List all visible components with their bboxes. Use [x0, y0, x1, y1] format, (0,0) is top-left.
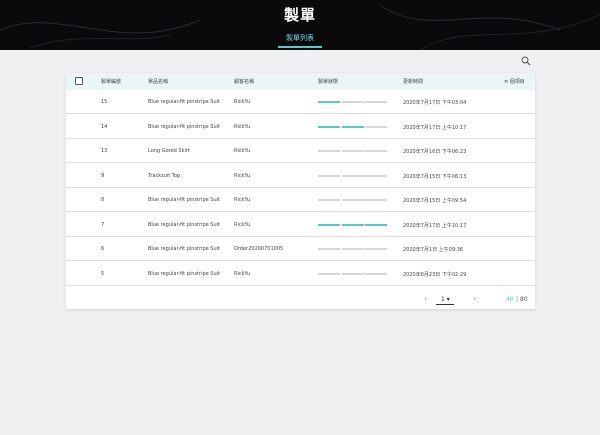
search-icon[interactable]: [521, 56, 531, 66]
table-row[interactable]: 9 Tracksuit Top RickYu 2020年7月15日 下午06:13: [66, 164, 535, 188]
progress-segment: [341, 223, 364, 226]
status-progress: [318, 199, 388, 201]
page-select-underline: [436, 304, 454, 305]
column-header-customer[interactable]: 顧客名稱: [234, 78, 254, 85]
table-row[interactable]: 14 Blue regular-fit pinstripe Suit RickYu 2…: [66, 115, 535, 139]
cell-updated-time: 2020年7月15日 上午09:54: [403, 198, 467, 204]
column-settings[interactable]: ≡ 個項目: [504, 78, 525, 85]
cell-product-name: Blue regular-fit pinstripe Suit: [148, 221, 220, 228]
progress-segment: [341, 174, 364, 177]
progress-segment: [341, 248, 364, 250]
cell-order-id: 13: [101, 148, 108, 154]
progress-segment: [318, 272, 340, 275]
progress-segment: [341, 150, 364, 152]
order-table-card: 製單編號 單品名稱 顧客名稱 製單狀態 更新時間 ≡ 個項目 15 Blue re…: [66, 73, 535, 309]
progress-segment: [365, 174, 387, 177]
cell-product-name: Tracksuit Top: [148, 172, 181, 179]
status-progress: [318, 101, 388, 103]
chevron-left-icon[interactable]: ‹: [424, 294, 427, 303]
cell-customer-name: Order20200701005: [234, 246, 284, 252]
status-progress: [318, 248, 388, 250]
cell-updated-time: 2020年7月1日 上午09:36: [403, 247, 464, 253]
cell-order-id: 15: [101, 99, 108, 105]
table-row[interactable]: 8 Blue regular-fit pinstripe Suit RickYu 20…: [66, 188, 535, 212]
cell-updated-time: 2020年6月23日 下午02:29: [403, 271, 467, 278]
app-header: 製單 製單列表: [0, 0, 600, 50]
progress-segment: [365, 272, 387, 275]
progress-segment: [318, 125, 340, 128]
progress-segment: [365, 248, 387, 250]
cell-product-name: Blue regular-fit pinstripe Suit: [148, 270, 220, 277]
status-progress: [318, 125, 388, 128]
cell-product-name: Blue regular-fit pinstripe Suit: [148, 246, 220, 252]
cell-product-name: Blue regular-fit pinstripe Suit: [148, 99, 220, 105]
cell-order-id: 7: [101, 221, 105, 228]
cell-updated-time: 2020年7月17日 下午03:04: [403, 100, 467, 106]
progress-segment: [341, 125, 364, 128]
status-progress: [318, 272, 388, 275]
progress-segment: [318, 174, 340, 177]
cell-customer-name: RickYu: [234, 197, 251, 203]
progress-segment: [318, 248, 340, 250]
cell-order-id: 8: [101, 197, 105, 203]
cell-order-id: 9: [101, 172, 105, 179]
cell-customer-name: RickYu: [234, 172, 251, 179]
progress-segment: [365, 199, 387, 201]
cell-customer-name: RickYu: [234, 221, 251, 228]
cell-customer-name: RickYu: [234, 123, 251, 130]
progress-segment: [365, 223, 387, 226]
cell-customer-name: RickYu: [234, 99, 251, 105]
progress-segment: [341, 272, 364, 275]
column-header-product[interactable]: 單品名稱: [148, 78, 168, 85]
table-row[interactable]: 7 Blue regular-fit pinstripe Suit RickYu 20…: [66, 213, 535, 237]
status-progress: [318, 174, 388, 177]
progress-segment: [318, 199, 340, 201]
status-progress: [318, 150, 388, 152]
cell-product-name: Long Gored Skirt: [148, 148, 190, 154]
progress-segment: [365, 101, 387, 103]
cell-product-name: Blue regular-fit pinstripe Suit: [148, 197, 220, 203]
cell-updated-time: 2020年7月17日 上午10:17: [403, 222, 467, 229]
page-title: 製單: [283, 6, 316, 24]
progress-segment: [341, 101, 364, 103]
tab-active-indicator: [278, 46, 322, 48]
cell-updated-time: 2020年7月16日 下午06:23: [403, 149, 467, 155]
cell-order-id: 14: [101, 123, 108, 130]
progress-segment: [365, 150, 387, 152]
chevron-right-icon[interactable]: ›: [473, 294, 476, 303]
pagination: ‹ 1 ▾ › 40 | 80: [66, 292, 535, 309]
page-select[interactable]: 1 ▾: [441, 296, 450, 303]
status-progress: [318, 223, 388, 226]
table-row[interactable]: 13 Long Gored Skirt RickYu 2020年7月16日 下午06:…: [66, 139, 535, 163]
progress-segment: [318, 150, 340, 152]
column-header-updated[interactable]: 更新時間: [403, 78, 423, 85]
pagination-separator: |: [516, 296, 519, 303]
table-row[interactable]: 6 Blue regular-fit pinstripe Suit Order202…: [66, 237, 535, 261]
cell-order-id: 6: [101, 246, 105, 252]
table-row[interactable]: 15 Blue regular-fit pinstripe Suit RickYu 2…: [66, 90, 535, 114]
column-header-id[interactable]: 製單編號: [101, 78, 121, 85]
select-all-checkbox[interactable]: [75, 77, 83, 85]
progress-segment: [318, 101, 340, 103]
table-header: 製單編號 單品名稱 顧客名稱 製單狀態 更新時間 ≡ 個項目: [66, 73, 535, 90]
cell-product-name: Blue regular-fit pinstripe Suit: [148, 123, 220, 130]
total-count: 80: [520, 296, 528, 303]
progress-segment: [318, 223, 340, 226]
table-row[interactable]: 5 Blue regular-fit pinstripe Suit RickYu 20…: [66, 262, 535, 286]
cell-updated-time: 2020年7月15日 下午06:13: [403, 173, 467, 180]
progress-segment: [341, 199, 364, 201]
cell-order-id: 5: [101, 270, 105, 277]
cell-customer-name: RickYu: [234, 270, 251, 277]
cell-updated-time: 2020年7月17日 上午10:17: [403, 124, 467, 131]
per-page-value[interactable]: 40: [506, 296, 514, 303]
column-header-status[interactable]: 製單狀態: [318, 78, 338, 85]
progress-segment: [365, 125, 387, 128]
cell-customer-name: RickYu: [234, 148, 251, 154]
